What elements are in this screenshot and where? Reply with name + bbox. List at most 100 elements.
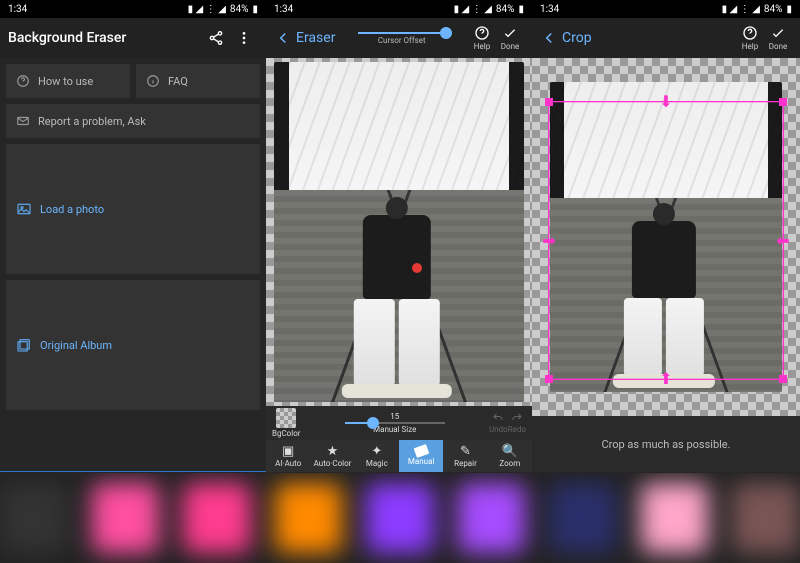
undo-button[interactable]: Undo: [489, 412, 508, 434]
crop-handle-bl[interactable]: [545, 375, 553, 383]
crop-handle-br[interactable]: [779, 375, 787, 383]
battery-icon: ▮: [518, 4, 524, 15]
tool-tabs: ▣ AI·Auto ★ Auto·Color ✦ Magic Manual ✎ …: [266, 440, 532, 472]
howto-tile[interactable]: How to use: [6, 64, 130, 98]
status-icons: ▮ ◢ ⋮ ◢: [188, 4, 226, 15]
faq-label: FAQ: [168, 75, 188, 88]
original-album-label: Original Album: [40, 339, 112, 352]
back-label: Eraser: [296, 30, 335, 46]
check-icon: [502, 25, 518, 41]
crop-handle-right[interactable]: ⬅: [776, 233, 789, 249]
howto-label: How to use: [38, 75, 93, 88]
eraser-header: Eraser Cursor Offset Help Done: [266, 18, 532, 58]
tool-repair-label: Repair: [454, 459, 477, 468]
tool-ai-auto[interactable]: ▣ AI·Auto: [266, 440, 310, 472]
bgcolor-button[interactable]: BgColor: [272, 408, 300, 438]
more-icon: [236, 30, 252, 46]
bgcolor-swatch-icon: [276, 408, 296, 428]
cursor-offset-slider[interactable]: Cursor Offset: [335, 32, 468, 45]
cursor-offset-label: Cursor Offset: [378, 36, 426, 45]
report-label: Report a problem, Ask: [38, 115, 146, 128]
brush-icon: ✎: [460, 445, 471, 458]
status-bar: 1:34 ▮ ◢ ⋮ ◢ 84% ▮: [266, 0, 532, 18]
arrow-left-icon: [540, 29, 558, 47]
help-button[interactable]: Help: [736, 20, 764, 56]
tool-manual[interactable]: Manual: [399, 440, 443, 472]
original-album-tile[interactable]: Original Album: [6, 280, 260, 410]
bgcolor-label: BgColor: [272, 429, 300, 438]
tool-zoom[interactable]: 🔍 Zoom: [488, 440, 532, 472]
tool-auto-color[interactable]: ★ Auto·Color: [310, 440, 354, 472]
status-time: 1:34: [8, 4, 27, 15]
overflow-button[interactable]: [230, 20, 258, 56]
eraser-subrow: BgColor 15 Manual Size Undo Redo: [266, 406, 532, 440]
back-button[interactable]: Crop: [540, 29, 592, 47]
done-button[interactable]: Done: [764, 20, 792, 56]
report-tile[interactable]: Report a problem, Ask: [6, 104, 260, 138]
divider: [0, 471, 266, 472]
status-icons: ▮ ◢ ⋮ ◢: [722, 4, 760, 15]
info-icon: [146, 74, 160, 88]
tool-magic[interactable]: ✦ Magic: [355, 440, 399, 472]
battery-icon: ▮: [252, 4, 258, 15]
share-button[interactable]: [202, 20, 230, 56]
help-icon: [742, 25, 758, 41]
tool-ai-label: AI·Auto: [275, 459, 301, 468]
mail-icon: [16, 114, 30, 128]
tool-magic-label: Magic: [366, 459, 388, 468]
crop-handle-top[interactable]: ⬇: [659, 94, 672, 110]
back-label: Crop: [562, 30, 592, 46]
redo-label: Redo: [508, 425, 526, 434]
crop-canvas[interactable]: ➡ ⬅ ⬇ ⬆: [532, 58, 800, 416]
help-icon: [474, 25, 490, 41]
help-label: Help: [742, 42, 758, 51]
redo-button[interactable]: Redo: [508, 412, 526, 434]
tool-manual-label: Manual: [408, 457, 434, 466]
tool-auto-label: Auto·Color: [314, 459, 352, 468]
crop-handle-left[interactable]: ➡: [542, 233, 555, 249]
manual-size-slider[interactable]: 15 Manual Size: [300, 412, 489, 434]
crop-handle-tl[interactable]: [545, 98, 553, 106]
undo-icon: [490, 412, 506, 424]
arrow-left-icon: [274, 29, 292, 47]
faq-tile[interactable]: FAQ: [136, 64, 260, 98]
crop-handle-bottom[interactable]: ⬆: [659, 371, 672, 387]
load-photo-label: Load a photo: [40, 203, 104, 216]
redo-icon: [509, 412, 525, 424]
status-time: 1:34: [540, 4, 559, 15]
status-battery: 84%: [496, 4, 515, 15]
star-icon: ★: [327, 445, 339, 458]
tool-repair[interactable]: ✎ Repair: [443, 440, 487, 472]
crop-hint: Crop as much as possible.: [532, 416, 800, 472]
crop-handle-tr[interactable]: [779, 98, 787, 106]
tool-zoom-label: Zoom: [499, 459, 520, 468]
status-bar: 1:34 ▮ ◢ ⋮ ◢ 84% ▮: [0, 0, 266, 18]
help-button[interactable]: Help: [468, 20, 496, 56]
crop-hint-text: Crop as much as possible.: [601, 438, 730, 451]
cursor-indicator: [412, 263, 422, 273]
done-label: Done: [769, 42, 787, 51]
check-icon: [770, 25, 786, 41]
manual-size-value: 15: [390, 412, 399, 421]
crop-rect[interactable]: ➡ ⬅ ⬇ ⬆: [548, 101, 784, 380]
app-title: Background Eraser: [8, 30, 126, 46]
status-time: 1:34: [274, 4, 293, 15]
done-label: Done: [501, 42, 519, 51]
editor-canvas[interactable]: [266, 58, 532, 406]
wand-icon: ✦: [371, 445, 382, 458]
help-icon: [16, 74, 30, 88]
done-button[interactable]: Done: [496, 20, 524, 56]
help-label: Help: [474, 42, 490, 51]
battery-icon: ▮: [786, 4, 792, 15]
undo-label: Undo: [489, 425, 508, 434]
album-icon: [16, 337, 32, 353]
status-battery: 84%: [230, 4, 249, 15]
zoom-icon: 🔍: [502, 445, 518, 458]
bottom-blur-strip: [0, 473, 800, 563]
status-bar: 1:34 ▮ ◢ ⋮ ◢ 84% ▮: [532, 0, 800, 18]
back-button[interactable]: Eraser: [274, 29, 335, 47]
app-header: Background Eraser: [0, 18, 266, 58]
load-photo-tile[interactable]: Load a photo: [6, 144, 260, 274]
photo: [274, 62, 524, 402]
status-battery: 84%: [764, 4, 783, 15]
